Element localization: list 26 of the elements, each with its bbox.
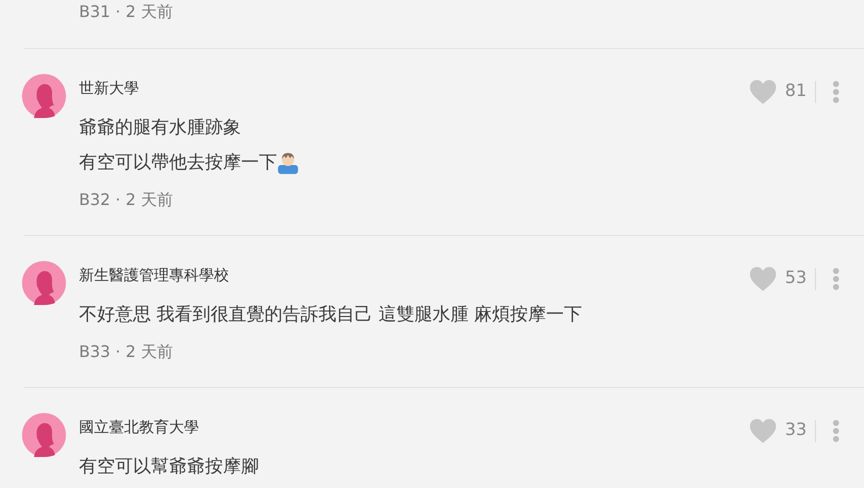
comment-meta: B31 · 2 天前 (79, 2, 173, 22)
avatar-icon (22, 74, 66, 118)
person-icon (277, 152, 299, 174)
comment-text: 不好意思 我看到很直覺的告訴我自己 這雙腿水腫 麻煩按摩一下 (79, 303, 582, 327)
heart-icon (749, 418, 777, 444)
comment-text: 爺爺的腿有水腫跡象 (79, 116, 241, 140)
author-name[interactable]: 新生醫護管理專科學校 (79, 264, 229, 286)
comment-meta: B32 · 2 天前 (79, 189, 173, 211)
like-count: 53 (785, 267, 808, 290)
comment-meta: B33 · 2 天前 (79, 341, 173, 363)
more-icon[interactable] (832, 419, 840, 443)
avatar-icon (22, 261, 66, 305)
like-button[interactable] (749, 418, 777, 444)
comment-text: 有空可以帶他去按摩一下 (79, 151, 277, 175)
heart-icon (749, 79, 777, 105)
comment-text: 有空可以幫爺爺按摩腳 (79, 455, 259, 479)
avatar-icon (22, 413, 66, 457)
more-icon[interactable] (832, 80, 840, 104)
like-button[interactable] (749, 266, 777, 292)
like-count: 33 (785, 419, 808, 442)
more-icon[interactable] (832, 267, 840, 291)
author-name[interactable]: 世新大學 (79, 77, 139, 99)
like-button[interactable] (749, 79, 777, 105)
like-count: 81 (785, 80, 808, 104)
author-name[interactable]: 國立臺北教育大學 (79, 416, 199, 438)
heart-icon (749, 266, 777, 292)
